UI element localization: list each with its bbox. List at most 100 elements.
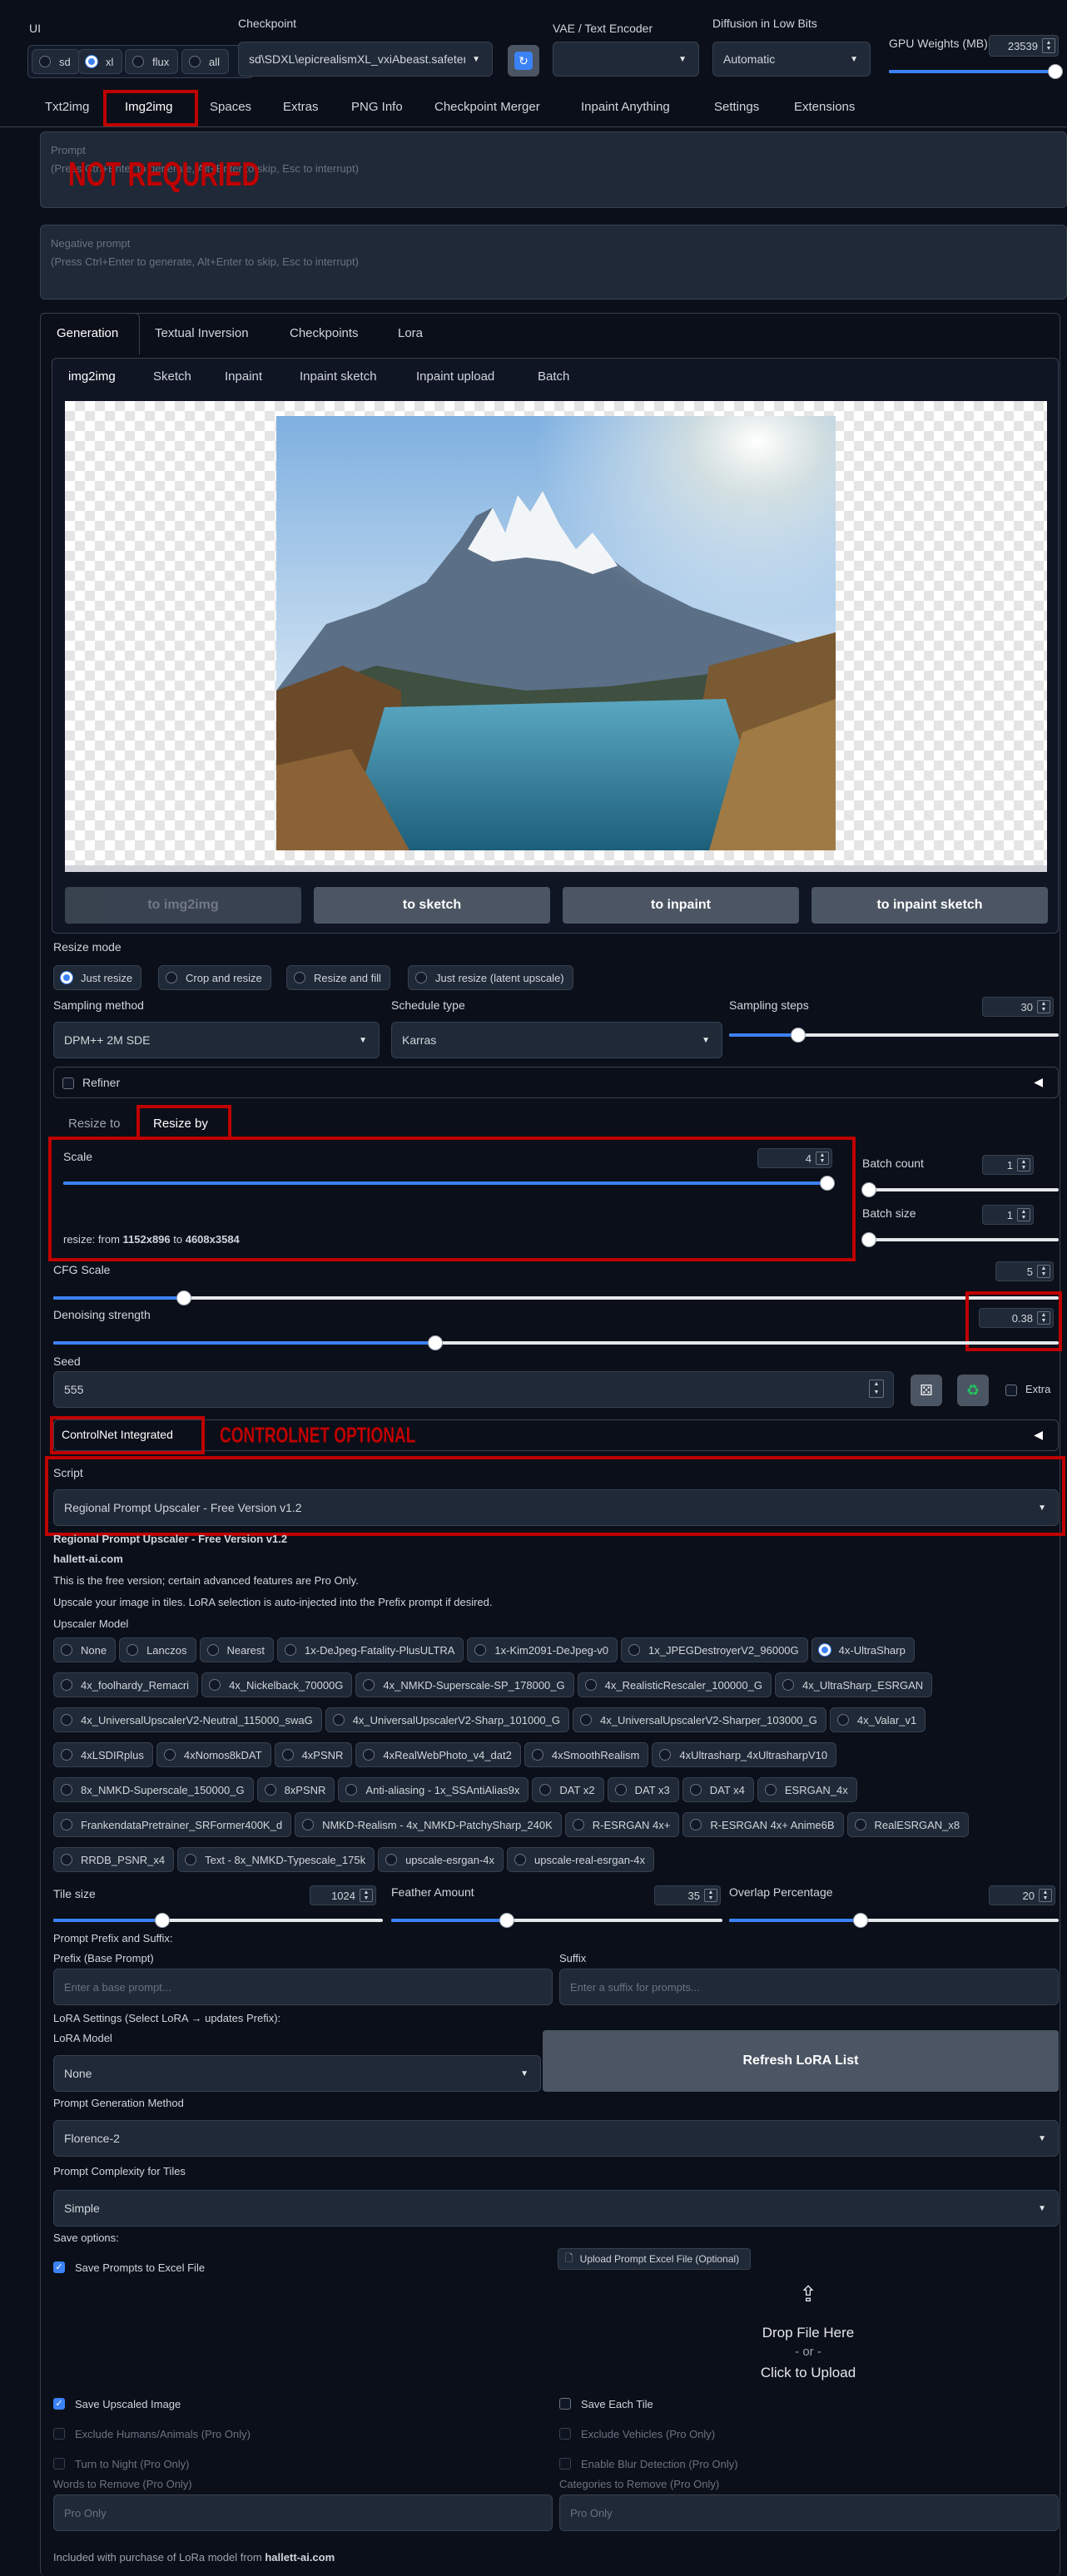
upscaler-option[interactable]: 4xLSDIRplus — [53, 1742, 153, 1767]
overlap-slider[interactable] — [729, 1913, 1059, 1928]
tab-checkpoint-merger[interactable]: Checkpoint Merger — [434, 100, 540, 114]
refresh-checkpoint-button[interactable]: ↻ — [508, 45, 539, 77]
scale-slider[interactable] — [63, 1176, 835, 1191]
upscaler-option[interactable]: 4x_UltraSharp_ESRGAN — [774, 1672, 933, 1697]
ui-option-all[interactable]: all — [181, 49, 230, 74]
upscaler-option[interactable]: R-ESRGAN 4x+ — [564, 1812, 680, 1837]
denoising-slider[interactable] — [53, 1335, 1059, 1350]
tab-extras[interactable]: Extras — [283, 100, 319, 114]
ui-option-flux[interactable]: flux — [125, 49, 179, 74]
upscaler-option[interactable]: DAT x2 — [532, 1777, 604, 1802]
cfg-scale-slider[interactable] — [53, 1290, 1059, 1305]
cfg-scale-input[interactable]: 5 ▲ ▼ — [995, 1261, 1054, 1281]
upscaler-option[interactable]: 4x_UniversalUpscalerV2-Neutral_115000_sw… — [53, 1707, 322, 1732]
upscaler-option[interactable]: ESRGAN_4x — [757, 1777, 857, 1802]
tab-inpaint-sketch[interactable]: Inpaint sketch — [300, 369, 377, 384]
tab-img2img-sub[interactable]: img2img — [68, 369, 116, 384]
upscaler-option[interactable]: 4xSmoothRealism — [524, 1742, 649, 1767]
upscaler-option[interactable]: FrankendataPretrainer_SRFormer400K_d — [53, 1812, 292, 1837]
gpu-weights-input[interactable]: 23539 ▲ ▼ — [989, 35, 1059, 57]
negative-prompt-textarea[interactable]: Negative prompt (Press Ctrl+Enter to gen… — [40, 225, 1067, 300]
upscaler-option[interactable]: Text - 8x_NMKD-Typescale_175k — [177, 1847, 375, 1872]
upscaler-option[interactable]: RRDB_PSNR_x4 — [53, 1847, 175, 1872]
upload-excel-button[interactable]: 🗋 Upload Prompt Excel File (Optional) — [558, 2248, 751, 2270]
upscaler-option[interactable]: None — [53, 1637, 117, 1662]
sampling-steps-input[interactable]: 30 ▲ ▼ — [982, 997, 1054, 1017]
upscaler-option[interactable]: 1x_JPEGDestroyerV2_96000G — [620, 1637, 808, 1662]
refiner-checkbox[interactable] — [62, 1077, 74, 1089]
tile-size-input[interactable]: 1024 ▲ ▼ — [310, 1885, 376, 1905]
upscaler-option[interactable]: 4xPSNR — [274, 1742, 353, 1767]
tab-checkpoints[interactable]: Checkpoints — [290, 326, 359, 340]
lora-model-dropdown[interactable]: None — [53, 2055, 541, 2092]
gpu-weights-slider[interactable] — [889, 64, 1063, 79]
upscaler-option[interactable]: Lanczos — [119, 1637, 196, 1662]
feather-amount-slider[interactable] — [391, 1913, 722, 1928]
upscaler-option[interactable]: upscale-real-esrgan-4x — [507, 1847, 654, 1872]
upscaler-option[interactable]: 4x_RealisticRescaler_100000_G — [577, 1672, 772, 1697]
diffusion-dropdown[interactable]: Automatic — [712, 42, 871, 77]
seed-input[interactable]: 555 — [53, 1371, 894, 1408]
feather-amount-input[interactable]: 35 ▲ ▼ — [654, 1885, 721, 1905]
random-seed-dice-icon[interactable]: ⚄ — [911, 1375, 942, 1406]
file-drop-zone[interactable]: ⇪ Drop File Here - or - Click to Upload — [558, 2276, 1059, 2386]
image-canvas[interactable] — [65, 401, 1047, 872]
upscaler-option[interactable]: 4x_UniversalUpscalerV2-Sharp_101000_G — [325, 1707, 569, 1732]
tab-generation[interactable]: Generation — [57, 326, 118, 340]
extra-seed-checkbox[interactable] — [1005, 1385, 1017, 1396]
checkpoint-dropdown[interactable]: sd\SDXL\epicrealismXL_vxiAbeast.safetens… — [238, 42, 493, 77]
batch-size-slider[interactable] — [861, 1232, 1059, 1247]
upscaler-option[interactable]: 1x-DeJpeg-Fatality-PlusULTRA — [277, 1637, 464, 1662]
upscaler-option[interactable]: DAT x4 — [682, 1777, 754, 1802]
resize-crop-and-resize[interactable]: Crop and resize — [158, 965, 271, 990]
upscaler-option[interactable]: 4x_foolhardy_Remacri — [53, 1672, 199, 1697]
tab-resize-to[interactable]: Resize to — [68, 1117, 121, 1131]
resize-and-fill[interactable]: Resize and fill — [286, 965, 390, 990]
seed-spinner-icon[interactable]: ▲ ▼ — [869, 1380, 884, 1398]
upscaler-option[interactable]: R-ESRGAN 4x+ Anime6B — [682, 1812, 844, 1837]
tab-png-info[interactable]: PNG Info — [351, 100, 403, 114]
scale-input[interactable]: 4 ▲ ▼ — [757, 1148, 832, 1168]
upscaler-option[interactable]: 8x_NMKD-Superscale_150000_G — [53, 1777, 254, 1802]
upscaler-option[interactable]: RealESRGAN_x8 — [846, 1812, 970, 1837]
send-to-inpaint-button[interactable]: to inpaint — [563, 887, 799, 924]
save-each-tile-checkbox[interactable] — [559, 2398, 571, 2410]
upscaler-option[interactable]: 4x-UltraSharp — [811, 1637, 915, 1662]
suffix-input[interactable]: Enter a suffix for prompts... — [559, 1969, 1059, 2005]
prompt-complexity-dropdown[interactable]: Simple — [53, 2190, 1059, 2227]
upscaler-option[interactable]: Nearest — [199, 1637, 275, 1662]
resize-just-resize[interactable]: Just resize — [53, 965, 142, 990]
resize-latent-upscale[interactable]: Just resize (latent upscale) — [408, 965, 573, 990]
upscaler-option[interactable]: 4xNomos8kDAT — [156, 1742, 271, 1767]
upscaler-option[interactable]: 4xUltrasharp_4xUltrasharpV10 — [652, 1742, 837, 1767]
tab-inpaint-anything[interactable]: Inpaint Anything — [581, 100, 670, 114]
tab-batch[interactable]: Batch — [538, 369, 569, 384]
upscaler-option[interactable]: Anti-aliasing - 1x_SSAntiAlias9x — [338, 1777, 529, 1802]
save-upscaled-checkbox[interactable]: ✓ — [53, 2398, 65, 2410]
tab-inpaint[interactable]: Inpaint — [225, 369, 262, 384]
upscaler-option[interactable]: DAT x3 — [607, 1777, 679, 1802]
tab-sketch[interactable]: Sketch — [153, 369, 191, 384]
batch-count-input[interactable]: 1 ▲ ▼ — [982, 1155, 1034, 1175]
tab-textual-inversion[interactable]: Textual Inversion — [155, 326, 249, 340]
upscaler-option[interactable]: 4xRealWebPhoto_v4_dat2 — [355, 1742, 521, 1767]
upscaler-option[interactable]: upscale-esrgan-4x — [378, 1847, 504, 1872]
batch-size-input[interactable]: 1 ▲ ▼ — [982, 1205, 1034, 1225]
tab-txt2img[interactable]: Txt2img — [45, 100, 89, 114]
send-to-inpaint-sketch-button[interactable]: to inpaint sketch — [811, 887, 1048, 924]
upscaler-option[interactable]: 4x_Nickelback_70000G — [201, 1672, 353, 1697]
vae-dropdown[interactable] — [553, 42, 699, 77]
tab-extensions[interactable]: Extensions — [794, 100, 855, 114]
refresh-lora-button[interactable]: Refresh LoRA List — [543, 2030, 1059, 2092]
tab-settings[interactable]: Settings — [714, 100, 759, 114]
upscaler-option[interactable]: 4x_NMKD-Superscale-SP_178000_G — [355, 1672, 574, 1697]
tile-size-slider[interactable] — [53, 1913, 383, 1928]
batch-count-slider[interactable] — [861, 1182, 1059, 1197]
save-excel-checkbox[interactable]: ✓ — [53, 2261, 65, 2273]
schedule-type-dropdown[interactable]: Karras — [391, 1022, 722, 1058]
upscaler-option[interactable]: 8xPSNR — [256, 1777, 335, 1802]
upscaler-option[interactable]: 1x-Kim2091-DeJpeg-v0 — [467, 1637, 618, 1662]
prefix-input[interactable]: Enter a base prompt... — [53, 1969, 553, 2005]
sampling-steps-slider[interactable] — [729, 1028, 1059, 1043]
refiner-accordion[interactable]: Refiner ◀ — [53, 1067, 1059, 1098]
